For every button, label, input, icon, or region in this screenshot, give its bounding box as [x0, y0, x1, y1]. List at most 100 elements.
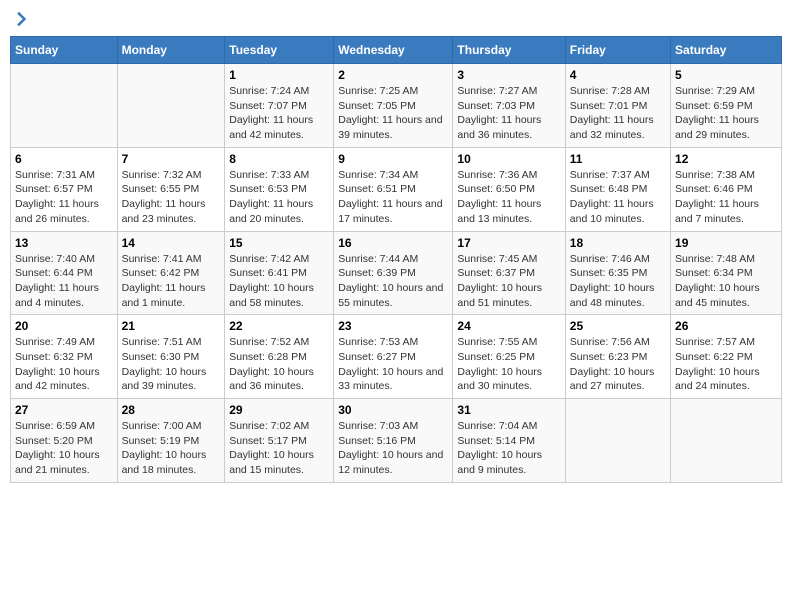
calendar-cell: 25 Sunrise: 7:56 AMSunset: 6:23 PMDayligh… [565, 315, 670, 399]
day-info: Sunrise: 7:46 AMSunset: 6:35 PMDaylight:… [570, 252, 666, 311]
day-info: Sunrise: 7:41 AMSunset: 6:42 PMDaylight:… [122, 252, 221, 311]
header-friday: Friday [565, 37, 670, 64]
day-info: Sunrise: 7:28 AMSunset: 7:01 PMDaylight:… [570, 84, 666, 143]
day-number: 2 [338, 68, 448, 82]
calendar-cell: 31 Sunrise: 7:04 AMSunset: 5:14 PMDayligh… [453, 399, 565, 483]
day-info: Sunrise: 7:33 AMSunset: 6:53 PMDaylight:… [229, 168, 329, 227]
day-info: Sunrise: 7:52 AMSunset: 6:28 PMDaylight:… [229, 335, 329, 394]
header [10, 10, 782, 28]
day-info: Sunrise: 7:24 AMSunset: 7:07 PMDaylight:… [229, 84, 329, 143]
calendar-header-row: SundayMondayTuesdayWednesdayThursdayFrid… [11, 37, 782, 64]
day-info: Sunrise: 7:04 AMSunset: 5:14 PMDaylight:… [457, 419, 560, 478]
day-number: 3 [457, 68, 560, 82]
day-number: 28 [122, 403, 221, 417]
day-info: Sunrise: 7:38 AMSunset: 6:46 PMDaylight:… [675, 168, 777, 227]
day-number: 7 [122, 152, 221, 166]
day-number: 12 [675, 152, 777, 166]
day-number: 30 [338, 403, 448, 417]
day-number: 13 [15, 236, 113, 250]
calendar-cell [11, 64, 118, 148]
day-info: Sunrise: 7:44 AMSunset: 6:39 PMDaylight:… [338, 252, 448, 311]
day-info: Sunrise: 7:29 AMSunset: 6:59 PMDaylight:… [675, 84, 777, 143]
calendar-cell: 6 Sunrise: 7:31 AMSunset: 6:57 PMDaylight… [11, 147, 118, 231]
day-number: 26 [675, 319, 777, 333]
day-info: Sunrise: 7:00 AMSunset: 5:19 PMDaylight:… [122, 419, 221, 478]
calendar-cell: 13 Sunrise: 7:40 AMSunset: 6:44 PMDayligh… [11, 231, 118, 315]
day-info: Sunrise: 7:53 AMSunset: 6:27 PMDaylight:… [338, 335, 448, 394]
day-info: Sunrise: 7:45 AMSunset: 6:37 PMDaylight:… [457, 252, 560, 311]
day-info: Sunrise: 7:40 AMSunset: 6:44 PMDaylight:… [15, 252, 113, 311]
calendar-cell: 21 Sunrise: 7:51 AMSunset: 6:30 PMDayligh… [117, 315, 225, 399]
day-number: 15 [229, 236, 329, 250]
calendar-cell: 3 Sunrise: 7:27 AMSunset: 7:03 PMDaylight… [453, 64, 565, 148]
calendar-cell: 27 Sunrise: 6:59 AMSunset: 5:20 PMDayligh… [11, 399, 118, 483]
header-tuesday: Tuesday [225, 37, 334, 64]
day-info: Sunrise: 7:03 AMSunset: 5:16 PMDaylight:… [338, 419, 448, 478]
logo [10, 10, 32, 28]
day-info: Sunrise: 6:59 AMSunset: 5:20 PMDaylight:… [15, 419, 113, 478]
calendar-cell: 18 Sunrise: 7:46 AMSunset: 6:35 PMDayligh… [565, 231, 670, 315]
calendar-cell: 19Sunrise: 7:48 AMSunset: 6:34 PMDayligh… [671, 231, 782, 315]
calendar-cell: 24 Sunrise: 7:55 AMSunset: 6:25 PMDayligh… [453, 315, 565, 399]
calendar-week-row: 13 Sunrise: 7:40 AMSunset: 6:44 PMDayligh… [11, 231, 782, 315]
header-saturday: Saturday [671, 37, 782, 64]
day-number: 14 [122, 236, 221, 250]
day-info: Sunrise: 7:49 AMSunset: 6:32 PMDaylight:… [15, 335, 113, 394]
day-info: Sunrise: 7:37 AMSunset: 6:48 PMDaylight:… [570, 168, 666, 227]
day-number: 29 [229, 403, 329, 417]
logo-icon [10, 10, 28, 28]
day-info: Sunrise: 7:27 AMSunset: 7:03 PMDaylight:… [457, 84, 560, 143]
day-info: Sunrise: 7:32 AMSunset: 6:55 PMDaylight:… [122, 168, 221, 227]
calendar-table: SundayMondayTuesdayWednesdayThursdayFrid… [10, 36, 782, 483]
day-number: 27 [15, 403, 113, 417]
day-info: Sunrise: 7:56 AMSunset: 6:23 PMDaylight:… [570, 335, 666, 394]
day-number: 5 [675, 68, 777, 82]
day-number: 10 [457, 152, 560, 166]
calendar-cell: 10 Sunrise: 7:36 AMSunset: 6:50 PMDayligh… [453, 147, 565, 231]
calendar-cell: 11Sunrise: 7:37 AMSunset: 6:48 PMDayligh… [565, 147, 670, 231]
calendar-cell: 29Sunrise: 7:02 AMSunset: 5:17 PMDayligh… [225, 399, 334, 483]
day-info: Sunrise: 7:51 AMSunset: 6:30 PMDaylight:… [122, 335, 221, 394]
day-number: 25 [570, 319, 666, 333]
day-number: 31 [457, 403, 560, 417]
day-number: 9 [338, 152, 448, 166]
calendar-week-row: 6 Sunrise: 7:31 AMSunset: 6:57 PMDaylight… [11, 147, 782, 231]
day-number: 22 [229, 319, 329, 333]
day-number: 19 [675, 236, 777, 250]
calendar-cell: 1Sunrise: 7:24 AMSunset: 7:07 PMDaylight… [225, 64, 334, 148]
calendar-cell: 15Sunrise: 7:42 AMSunset: 6:41 PMDayligh… [225, 231, 334, 315]
header-thursday: Thursday [453, 37, 565, 64]
day-number: 20 [15, 319, 113, 333]
calendar-week-row: 27 Sunrise: 6:59 AMSunset: 5:20 PMDayligh… [11, 399, 782, 483]
day-number: 17 [457, 236, 560, 250]
calendar-cell: 20 Sunrise: 7:49 AMSunset: 6:32 PMDayligh… [11, 315, 118, 399]
day-number: 4 [570, 68, 666, 82]
calendar-cell: 7 Sunrise: 7:32 AMSunset: 6:55 PMDaylight… [117, 147, 225, 231]
day-number: 8 [229, 152, 329, 166]
day-info: Sunrise: 7:36 AMSunset: 6:50 PMDaylight:… [457, 168, 560, 227]
header-wednesday: Wednesday [334, 37, 453, 64]
day-number: 24 [457, 319, 560, 333]
calendar-week-row: 1Sunrise: 7:24 AMSunset: 7:07 PMDaylight… [11, 64, 782, 148]
calendar-cell [565, 399, 670, 483]
calendar-cell [117, 64, 225, 148]
calendar-cell: 12 Sunrise: 7:38 AMSunset: 6:46 PMDayligh… [671, 147, 782, 231]
calendar-cell: 16 Sunrise: 7:44 AMSunset: 6:39 PMDayligh… [334, 231, 453, 315]
day-number: 6 [15, 152, 113, 166]
calendar-cell: 28 Sunrise: 7:00 AMSunset: 5:19 PMDayligh… [117, 399, 225, 483]
day-number: 21 [122, 319, 221, 333]
calendar-cell: 4 Sunrise: 7:28 AMSunset: 7:01 PMDaylight… [565, 64, 670, 148]
calendar-cell: 9Sunrise: 7:34 AMSunset: 6:51 PMDaylight… [334, 147, 453, 231]
day-number: 16 [338, 236, 448, 250]
day-number: 23 [338, 319, 448, 333]
calendar-cell: 30 Sunrise: 7:03 AMSunset: 5:16 PMDayligh… [334, 399, 453, 483]
day-info: Sunrise: 7:55 AMSunset: 6:25 PMDaylight:… [457, 335, 560, 394]
day-info: Sunrise: 7:57 AMSunset: 6:22 PMDaylight:… [675, 335, 777, 394]
calendar-cell [671, 399, 782, 483]
calendar-cell: 17 Sunrise: 7:45 AMSunset: 6:37 PMDayligh… [453, 231, 565, 315]
calendar-cell: 26 Sunrise: 7:57 AMSunset: 6:22 PMDayligh… [671, 315, 782, 399]
calendar-cell: 22 Sunrise: 7:52 AMSunset: 6:28 PMDayligh… [225, 315, 334, 399]
day-info: Sunrise: 7:31 AMSunset: 6:57 PMDaylight:… [15, 168, 113, 227]
day-number: 18 [570, 236, 666, 250]
calendar-week-row: 20 Sunrise: 7:49 AMSunset: 6:32 PMDayligh… [11, 315, 782, 399]
